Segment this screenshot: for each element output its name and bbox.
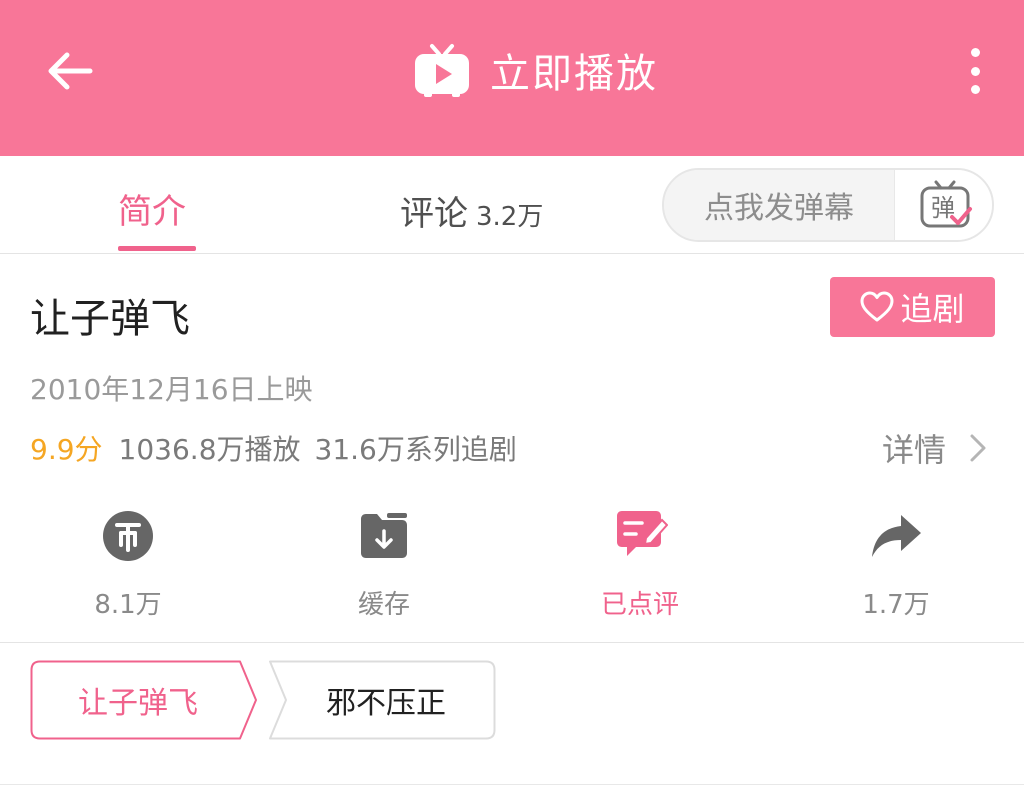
tab-bar: 简介 评论 3.2万 点我发弹幕 弹 bbox=[0, 156, 1024, 254]
release-date: 2010年12月16日上映 bbox=[30, 373, 313, 406]
score: 9.9分 bbox=[30, 433, 103, 466]
bottom-divider bbox=[0, 784, 1024, 785]
page-title: 立即播放 bbox=[490, 51, 658, 97]
section-divider bbox=[0, 642, 1024, 643]
more-dot bbox=[970, 85, 980, 94]
danmaku-input[interactable]: 点我发弹幕 bbox=[664, 170, 894, 240]
play-count: 1036.8万播放 bbox=[118, 433, 301, 466]
tab-comments-label: 评论 bbox=[400, 194, 468, 234]
tab-active-indicator bbox=[118, 246, 196, 251]
tv-play-icon bbox=[415, 44, 469, 97]
tab-comments[interactable]: 评论 3.2万 bbox=[400, 186, 543, 235]
back-button[interactable] bbox=[40, 46, 100, 96]
chevron-right-icon bbox=[970, 434, 986, 462]
follow-button[interactable]: 追剧 bbox=[830, 277, 995, 337]
share-arrow-icon bbox=[872, 515, 921, 557]
details-link[interactable]: 详情 bbox=[882, 425, 996, 471]
more-dot bbox=[970, 66, 980, 76]
show-title: 让子弹飞 bbox=[30, 296, 190, 342]
download-folder-icon bbox=[361, 513, 407, 558]
review-edit-icon bbox=[617, 511, 668, 556]
danmaku-send-box[interactable]: 点我发弹幕 弹 bbox=[662, 168, 994, 242]
details-label: 详情 bbox=[882, 431, 947, 469]
play-now-title[interactable]: 立即播放 bbox=[412, 40, 658, 100]
share-count: 1.7万 bbox=[862, 590, 930, 620]
coin-action[interactable]: 8.1万 bbox=[58, 508, 198, 621]
heart-outline-icon bbox=[860, 291, 894, 322]
danmaku-tv-icon: 弹 bbox=[920, 180, 972, 228]
review-label: 已点评 bbox=[600, 590, 679, 620]
share-action[interactable]: 1.7万 bbox=[826, 508, 966, 621]
follow-count: 31.6万系列追剧 bbox=[314, 433, 517, 466]
cache-action[interactable]: 缓存 bbox=[314, 508, 454, 621]
danmaku-toggle-button[interactable]: 弹 bbox=[894, 170, 992, 240]
coin-count: 8.1万 bbox=[94, 590, 162, 620]
follow-button-label: 追剧 bbox=[900, 290, 965, 328]
arrow-left-icon bbox=[48, 52, 93, 90]
series-chip-label: 让子弹飞 bbox=[78, 686, 198, 721]
more-options-button[interactable] bbox=[955, 44, 995, 98]
tab-intro[interactable]: 简介 bbox=[118, 184, 186, 233]
top-app-bar: 立即播放 bbox=[0, 0, 1024, 156]
review-action[interactable]: 已点评 bbox=[570, 508, 710, 621]
series-chip-selected[interactable]: 让子弹飞 bbox=[30, 660, 260, 740]
series-chip[interactable]: 邪不压正 bbox=[266, 660, 496, 740]
series-chip-label: 邪不压正 bbox=[326, 686, 446, 721]
tab-comments-count: 3.2万 bbox=[476, 202, 544, 232]
cache-label: 缓存 bbox=[357, 590, 410, 620]
show-stats: 9.9分 1036.8万播放 31.6万系列追剧 bbox=[30, 428, 517, 468]
coin-icon bbox=[103, 511, 153, 561]
more-vertical-icon bbox=[970, 48, 980, 57]
